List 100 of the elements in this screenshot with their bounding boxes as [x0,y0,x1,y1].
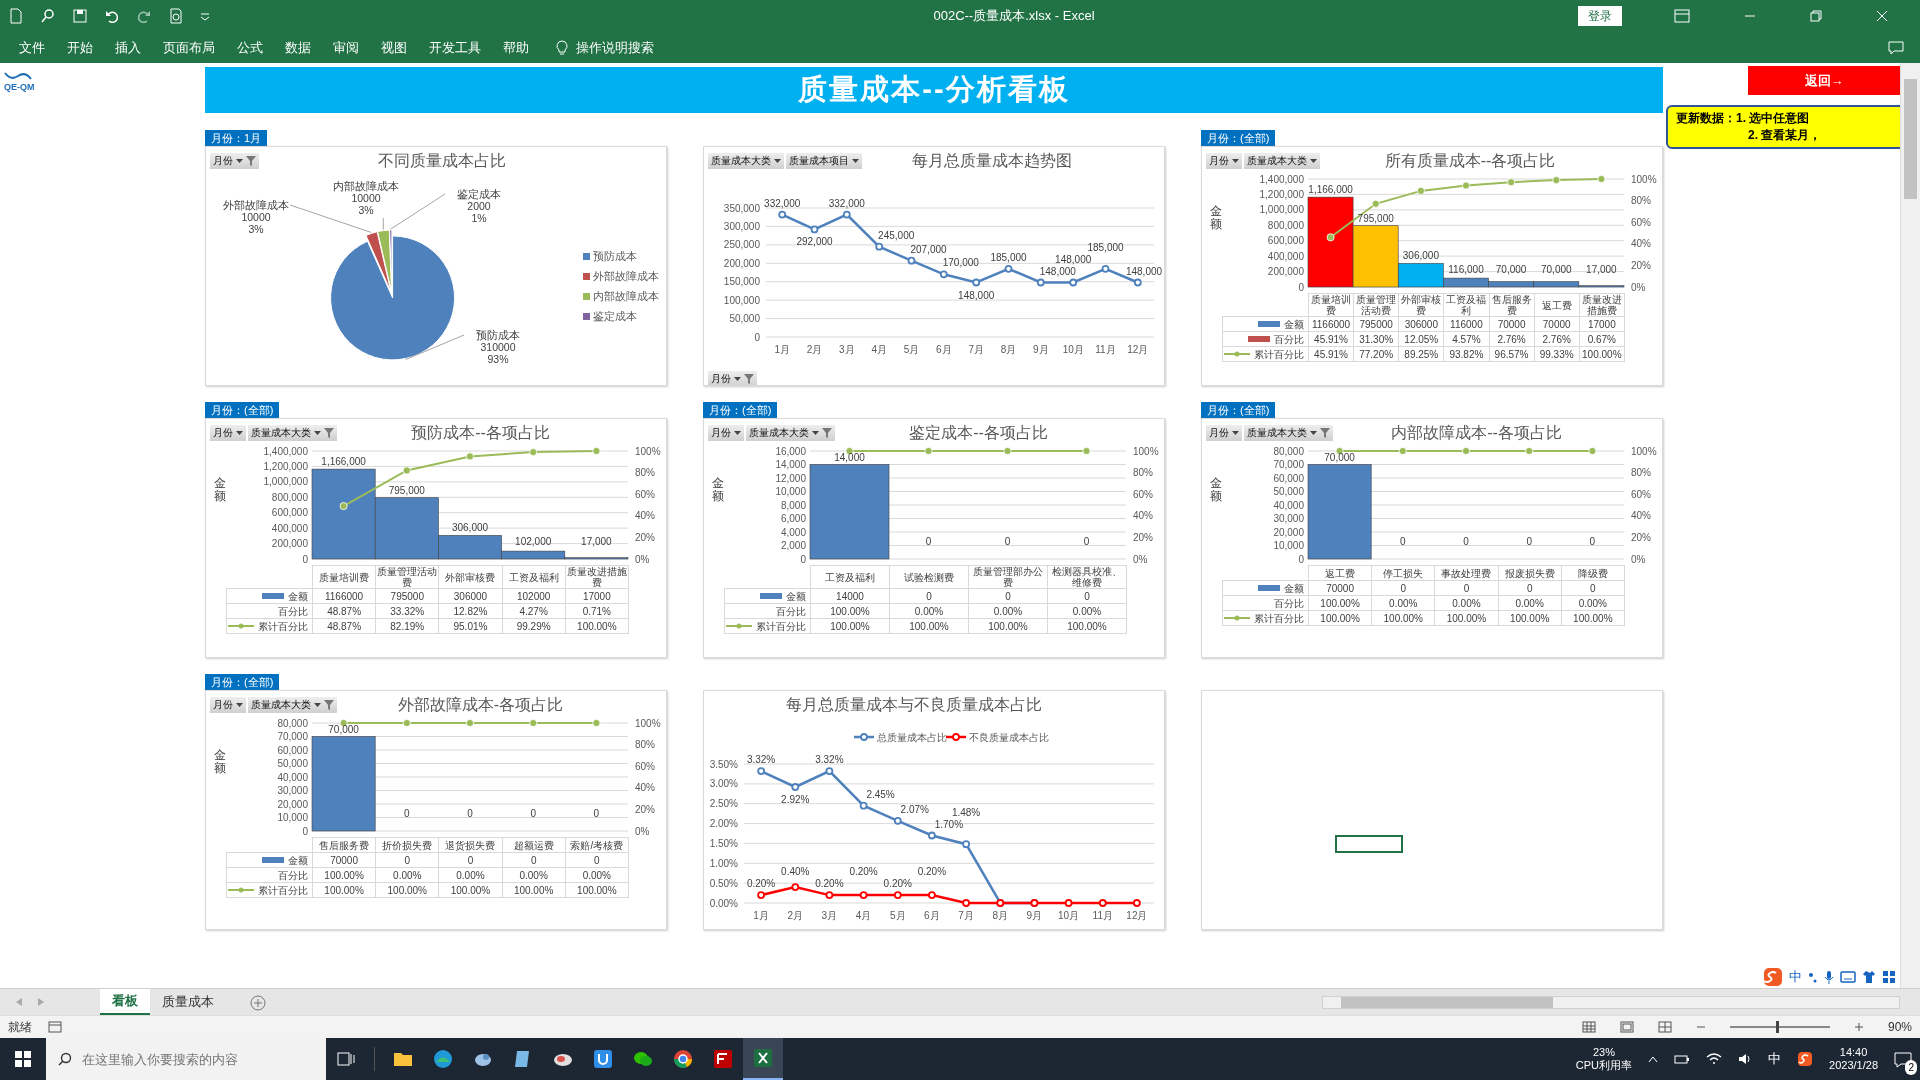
microphone-icon[interactable] [1824,970,1834,984]
volume-icon[interactable] [1738,1053,1753,1065]
axis-label: 1月 [753,910,769,921]
vertical-scrollbar[interactable] [1900,63,1920,988]
wifi-icon[interactable] [1706,1053,1723,1065]
table-cell: 102000 [502,588,566,604]
scrollbar-thumb[interactable] [1904,79,1917,199]
filter-button[interactable]: 月份 [210,152,259,169]
ime-logo-icon[interactable] [1797,1051,1814,1067]
search-field[interactable]: 在这里输入你要搜索的内容 [46,1038,326,1080]
axis-label: 0 [754,331,760,343]
category-label: 折价损失费 [375,837,439,853]
filter-button[interactable]: 质量成本大类 [746,424,835,441]
data-label: 1.70% [934,818,964,830]
print-preview-icon[interactable] [168,8,184,24]
data-label: 0.20% [849,866,878,878]
filter-button[interactable]: 月份 [1206,424,1242,441]
lightbulb-icon[interactable] [556,39,568,56]
ribbon-tab[interactable]: 插入 [104,37,152,58]
point [962,899,970,907]
table-cell: 100.00% [1371,610,1435,626]
punctuation-icon[interactable] [1808,970,1818,984]
slider-thumb[interactable] [1775,1021,1779,1033]
filter-button[interactable]: 质量成本大类 [248,696,337,713]
filter-button[interactable]: 月份 [1206,152,1242,169]
table-cell: 70000 [312,852,376,868]
ribbon-tab[interactable]: 审阅 [322,37,370,58]
sheet-tab[interactable]: 质量成本 [150,990,226,1014]
category-label: 质量改进措施费 [565,565,629,589]
caret-icon [1310,158,1317,163]
axis-label: 8月 [992,910,1009,921]
cpu-label: CPU利用率 [1575,1059,1633,1072]
filter-button[interactable]: 质量成本大类 [1244,152,1320,169]
point [1462,181,1470,190]
scrollbar-thumb[interactable] [1341,996,1553,1008]
ribbon-tab[interactable]: 页面布局 [152,37,226,58]
axis-label: 40% [1631,510,1651,522]
filter-button[interactable]: 月份 [708,370,757,385]
page-break-icon[interactable] [1657,1021,1672,1033]
filter-button[interactable]: 质量成本大类 [1244,424,1333,441]
ribbon-display-icon[interactable] [1674,9,1690,23]
row-label: 金额 [786,590,806,602]
undo-icon[interactable] [104,8,120,24]
filter-button[interactable]: 月份 [210,424,246,441]
table-cell: 0.00% [1047,603,1127,619]
ribbon-tab[interactable]: 数据 [274,37,322,58]
table-cell: 70000 [1308,580,1372,596]
filter-button[interactable]: 质量成本项目 [786,152,862,169]
ribbon-tab[interactable]: 公式 [226,37,274,58]
data-label: 2.92% [781,794,810,805]
document-icon[interactable] [8,8,24,24]
point [402,466,411,475]
customize-icon[interactable] [200,11,210,21]
filter-button[interactable]: 月份 [708,424,744,441]
clock-time[interactable]: 14:40 [1829,1046,1878,1059]
data-label: 795,000 [388,484,425,496]
table-cell: 4.27% [502,603,566,619]
axis-label: 1月 [774,344,790,355]
save-icon[interactable] [72,8,88,24]
leader-line [390,193,446,230]
page-layout-icon[interactable] [1619,1021,1634,1033]
tell-me-search[interactable]: 操作说明搜索 [576,37,654,58]
login-button[interactable]: 登录 [1578,6,1622,26]
caret-icon [236,158,243,163]
shirt-icon[interactable] [1862,970,1876,984]
close-icon[interactable] [1876,10,1888,22]
sheet-tab[interactable]: 看板 [100,989,150,1015]
ribbon-tab[interactable]: 开始 [56,37,104,58]
category-label: 质量管理活动费 [1353,293,1399,317]
back-button[interactable]: 返回→ [1748,66,1900,95]
grid-icon[interactable] [1882,970,1896,984]
normal-view-icon[interactable] [1581,1021,1596,1033]
zoom-in-icon[interactable] [1853,1022,1864,1032]
selected-cell[interactable] [1335,835,1403,853]
restore-icon[interactable] [1810,10,1822,22]
chevron-up-icon[interactable] [1648,1055,1659,1063]
filter-button[interactable]: 质量成本大类 [248,424,337,441]
macro-record-icon[interactable] [48,1021,62,1033]
point [928,831,936,840]
ime-mode[interactable]: 中 [1789,967,1802,987]
axis-label: 80% [635,467,655,479]
ribbon-tab[interactable]: 开发工具 [418,37,492,58]
keyboard-icon[interactable] [1840,971,1856,983]
category-label: 工资及福利 [1443,293,1489,317]
input-method[interactable]: 中 [1768,1049,1782,1069]
zoom-level[interactable]: 90% [1887,1018,1912,1036]
chart-title: 外部故障成本-各项占比 [396,694,565,715]
filter-button[interactable]: 质量成本大类 [708,152,784,169]
filter-button[interactable]: 月份 [210,696,246,713]
row-label: 金额 [1284,582,1304,594]
add-sheet-icon[interactable] [250,994,266,1011]
ribbon-tab[interactable]: 视图 [370,37,418,58]
battery-icon[interactable] [1674,1053,1691,1065]
ribbon-tab[interactable]: 文件 [8,37,56,58]
clock-date[interactable]: 2023/1/28 [1829,1059,1878,1072]
comment-icon[interactable] [1888,41,1904,56]
horizontal-scrollbar[interactable] [1322,995,1900,1009]
search-icon[interactable] [40,8,56,24]
axis-label: 100% [1133,445,1159,457]
ribbon-tab[interactable]: 帮助 [492,37,540,58]
